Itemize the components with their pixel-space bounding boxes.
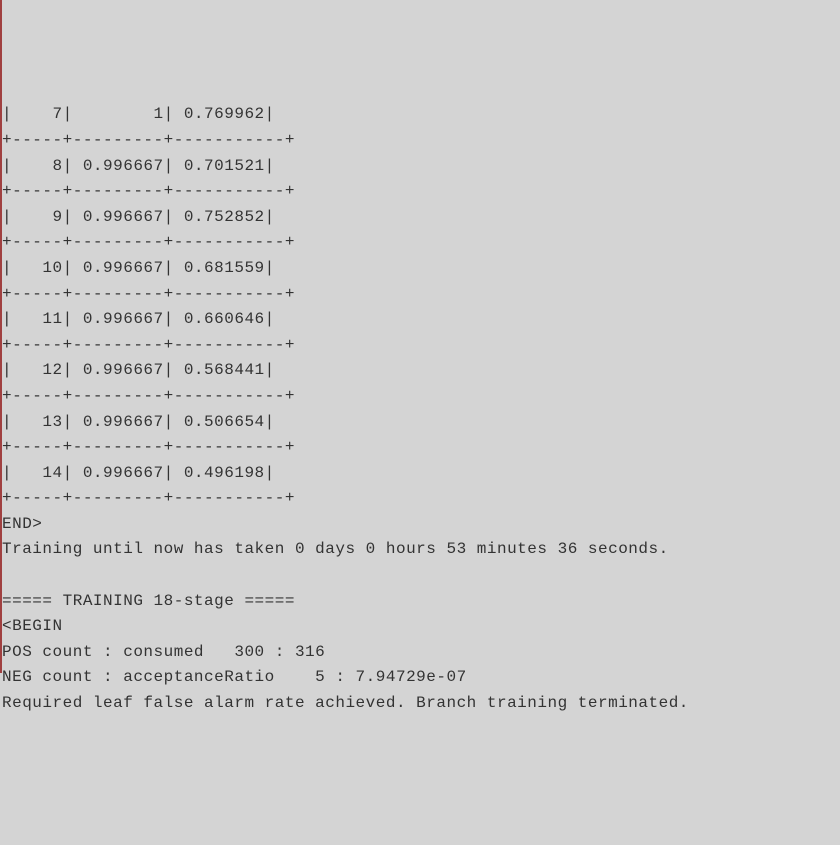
table-row: | 8| 0.996667| 0.701521| xyxy=(2,157,275,175)
table-separator: +-----+---------+-----------+ xyxy=(2,285,295,303)
table-separator: +-----+---------+-----------+ xyxy=(2,336,295,354)
table-separator: +-----+---------+-----------+ xyxy=(2,131,295,149)
table-separator: +-----+---------+-----------+ xyxy=(2,233,295,251)
stage-header: ===== TRAINING 18-stage ===== xyxy=(2,592,295,610)
begin-marker: <BEGIN xyxy=(2,617,63,635)
pos-count-line: POS count : consumed 300 : 316 xyxy=(2,643,325,661)
training-time-line: Training until now has taken 0 days 0 ho… xyxy=(2,540,669,558)
table-separator: +-----+---------+-----------+ xyxy=(2,387,295,405)
table-separator: +-----+---------+-----------+ xyxy=(2,489,295,507)
table-row: | 13| 0.996667| 0.506654| xyxy=(2,413,275,431)
termination-line: Required leaf false alarm rate achieved.… xyxy=(2,694,689,712)
terminal-output: | 7| 1| 0.769962| +-----+---------+-----… xyxy=(2,102,840,716)
table-separator: +-----+---------+-----------+ xyxy=(2,438,295,456)
table-row: | 10| 0.996667| 0.681559| xyxy=(2,259,275,277)
table-row: | 7| 1| 0.769962| xyxy=(2,105,275,123)
neg-count-line: NEG count : acceptanceRatio 5 : 7.94729e… xyxy=(2,668,467,686)
table-row: | 14| 0.996667| 0.496198| xyxy=(2,464,275,482)
table-row: | 11| 0.996667| 0.660646| xyxy=(2,310,275,328)
table-row: | 9| 0.996667| 0.752852| xyxy=(2,208,275,226)
table-separator: +-----+---------+-----------+ xyxy=(2,182,295,200)
table-row: | 12| 0.996667| 0.568441| xyxy=(2,361,275,379)
end-marker: END> xyxy=(2,515,42,533)
